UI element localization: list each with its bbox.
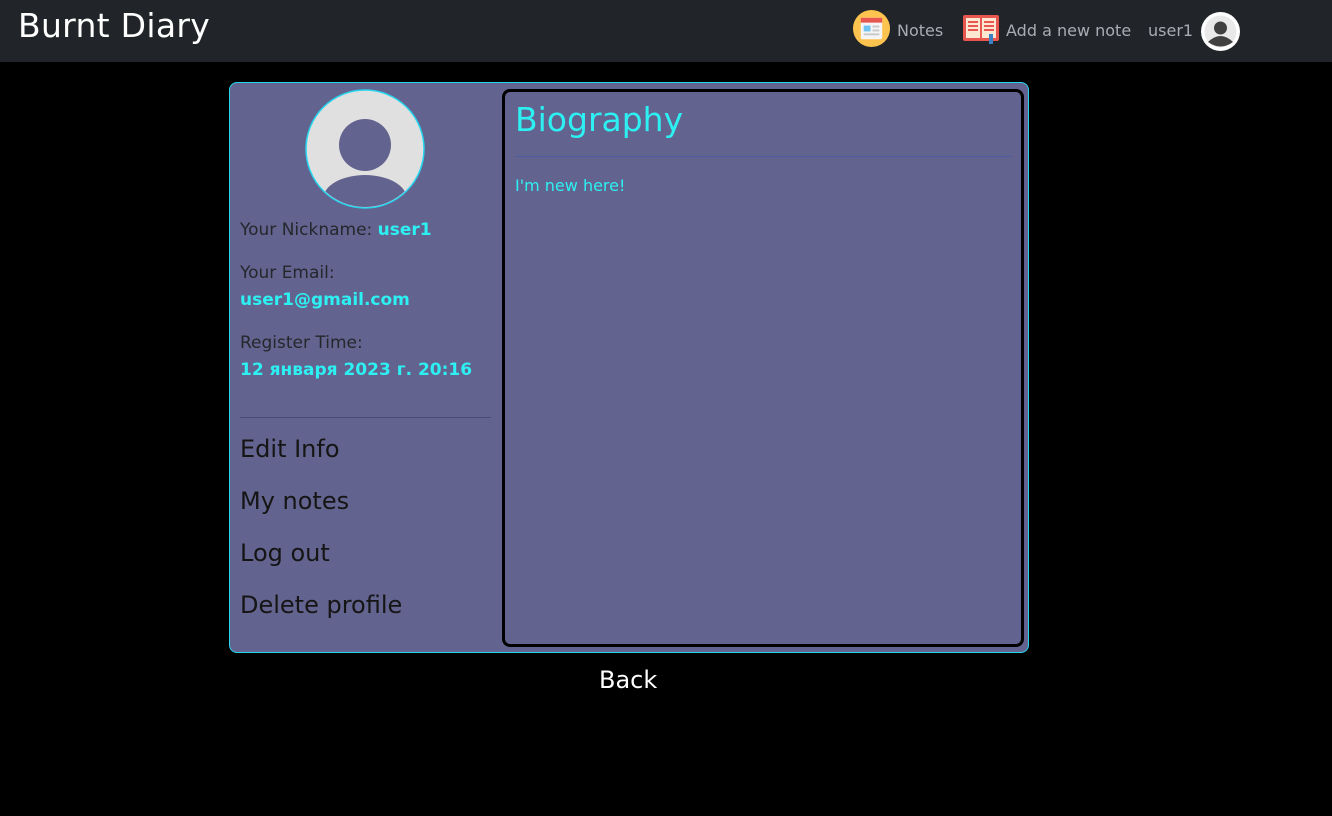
biography-text: I'm new here! [515, 176, 626, 195]
register-time-row: 12 января 2023 г. 20:16 [240, 360, 490, 380]
nav-add-note-link[interactable]: Add a new note [962, 10, 1131, 50]
back-link[interactable]: Back [599, 666, 657, 694]
email-value-row: user1@gmail.com [240, 290, 490, 310]
nickname-row: Your Nickname: user1 [240, 220, 490, 240]
profile-card: Your Nickname: user1 Your Email: user1@g… [229, 82, 1029, 653]
notebook-icon [962, 12, 1000, 48]
my-notes-link[interactable]: My notes [240, 487, 349, 515]
user-avatar-icon[interactable] [1200, 11, 1241, 52]
profile-avatar-icon [305, 89, 425, 209]
sidebar-divider [240, 417, 491, 418]
biography-panel: Biography I'm new here! [502, 89, 1024, 647]
log-out-link[interactable]: Log out [240, 539, 330, 567]
news-icon [852, 9, 891, 52]
nav-notes-link[interactable]: Notes [852, 9, 944, 52]
register-time-value: 12 января 2023 г. 20:16 [240, 360, 473, 380]
delete-profile-link[interactable]: Delete profile [240, 591, 402, 619]
nickname-value: user1 [377, 220, 432, 240]
top-navbar: Burnt Diary Notes Add a new note user1 [0, 0, 1332, 62]
nav-username-link[interactable]: user1 [1148, 10, 1193, 50]
nav-notes-label: Notes [897, 20, 944, 40]
nickname-label: Your Nickname: [240, 220, 373, 240]
edit-info-link[interactable]: Edit Info [240, 435, 340, 463]
brand-link[interactable]: Burnt Diary [18, 6, 210, 45]
biography-divider [515, 156, 1011, 157]
nav-add-note-label: Add a new note [1006, 20, 1132, 40]
biography-title: Biography [515, 100, 684, 139]
email-value: user1@gmail.com [240, 290, 410, 310]
register-time-label: Register Time: [240, 333, 363, 353]
email-label: Your Email: [240, 263, 335, 283]
